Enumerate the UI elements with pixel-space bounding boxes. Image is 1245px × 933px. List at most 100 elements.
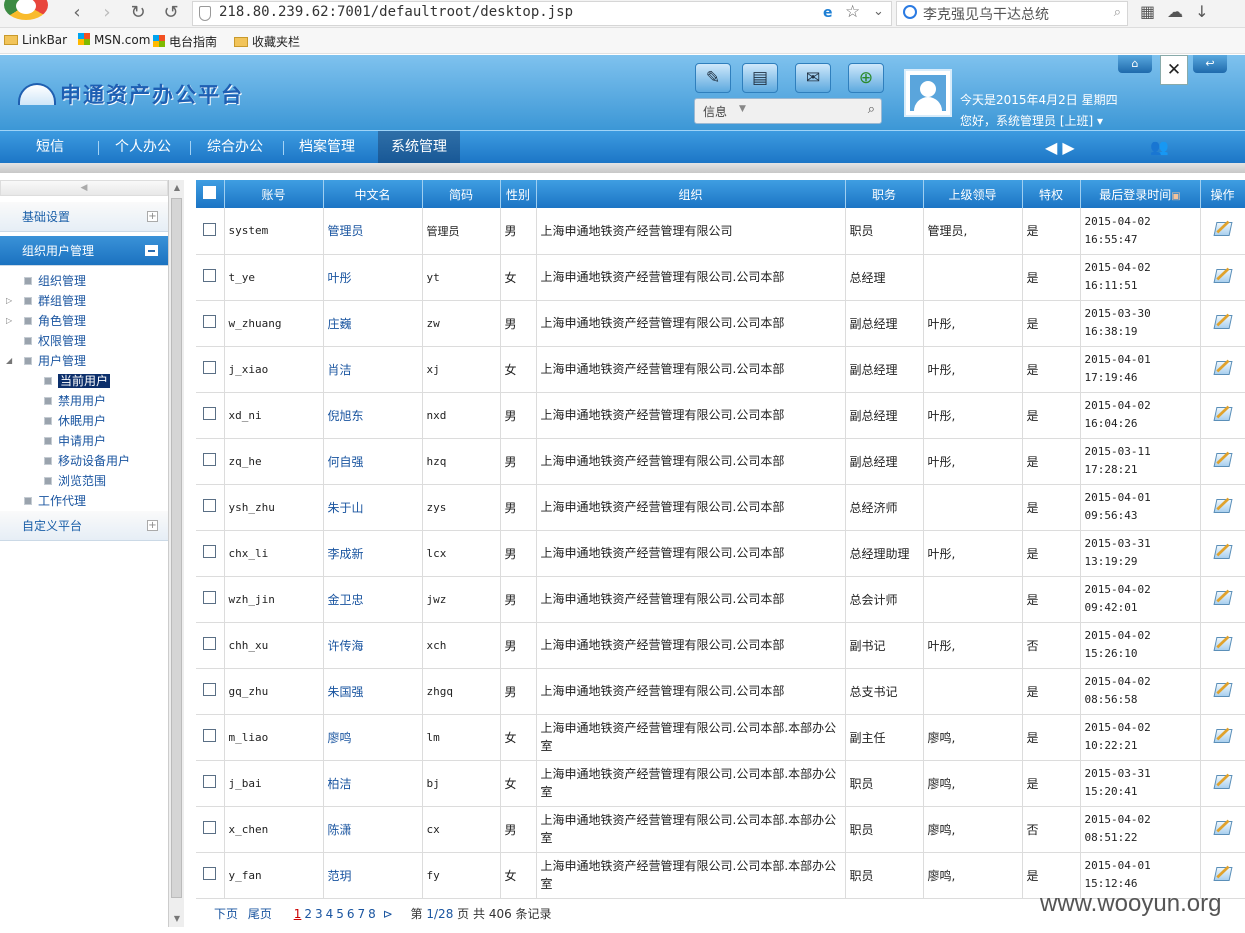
forward-icon[interactable]: › <box>96 2 118 24</box>
edit-icon[interactable] <box>1213 406 1232 421</box>
next-page-link[interactable]: 下页 <box>214 907 238 921</box>
edit-icon[interactable] <box>1213 498 1232 513</box>
row-checkbox[interactable] <box>203 315 217 328</box>
cell-name[interactable]: 金卫忠 <box>323 576 423 623</box>
sidebar-section-basic[interactable]: 基础设置 + <box>0 202 168 232</box>
page-number-link[interactable]: 6 <box>347 907 355 921</box>
tab-sms[interactable]: 短信 <box>22 131 78 163</box>
dropdown-arrow-icon[interactable]: ▼ <box>739 104 746 114</box>
page-number-link[interactable]: 2 <box>304 907 312 921</box>
close-button[interactable]: ✕ <box>1160 55 1188 85</box>
row-checkbox[interactable] <box>203 499 217 512</box>
arrow-right-icon[interactable]: ▶ <box>1062 138 1074 157</box>
download-icon[interactable]: ↓ <box>1195 2 1220 21</box>
scroll-thumb[interactable] <box>171 198 182 898</box>
cell-name[interactable]: 庄巍 <box>323 300 423 347</box>
select-all-header[interactable] <box>196 180 225 208</box>
bookmark-linkbar[interactable]: LinkBar <box>4 33 67 47</box>
cell-name[interactable]: 李成新 <box>323 530 423 577</box>
edit-icon[interactable] <box>1213 452 1232 467</box>
tree-item-roles[interactable]: 角色管理 <box>24 312 86 329</box>
star-icon[interactable]: ☆ <box>845 2 860 22</box>
column-header-last-login[interactable]: 最后登录时间▣ <box>1080 180 1201 208</box>
user-status[interactable]: 您好，系统管理员 [上班] ▾ <box>960 112 1103 129</box>
tab-system-admin[interactable]: 系统管理 <box>382 131 456 163</box>
nav-scroll-arrows[interactable]: ◀ ▶ <box>1045 138 1075 157</box>
row-checkbox[interactable] <box>203 361 217 374</box>
column-header[interactable]: 中文名 <box>323 180 423 208</box>
row-checkbox[interactable] <box>203 545 217 558</box>
edit-icon[interactable] <box>1213 314 1232 329</box>
online-users-icon[interactable]: 👥 <box>1150 138 1169 156</box>
cell-name[interactable]: 廖鸣 <box>323 714 423 761</box>
cell-name[interactable]: 叶彤 <box>323 254 423 301</box>
column-header[interactable]: 账号 <box>224 180 324 208</box>
cell-name[interactable]: 何自强 <box>323 438 423 485</box>
expand-arrow-icon[interactable]: ▷ <box>6 316 12 325</box>
clipboard-button[interactable]: ▤ <box>742 63 778 93</box>
sidebar-section-org-users[interactable]: 组织用户管理 <box>0 236 168 266</box>
row-checkbox[interactable] <box>203 683 217 696</box>
column-header[interactable]: 操作 <box>1200 180 1245 208</box>
row-checkbox[interactable] <box>203 453 217 466</box>
row-checkbox[interactable] <box>203 637 217 650</box>
edit-icon[interactable] <box>1213 682 1232 697</box>
scroll-down-icon[interactable]: ▼ <box>169 911 185 927</box>
scroll-up-icon[interactable]: ▲ <box>169 180 185 196</box>
cell-name[interactable]: 柏洁 <box>323 760 423 807</box>
row-checkbox[interactable] <box>203 821 217 834</box>
edit-icon[interactable] <box>1213 360 1232 375</box>
tree-item-work-proxy[interactable]: 工作代理 <box>24 492 86 509</box>
cell-name[interactable]: 倪旭东 <box>323 392 423 439</box>
column-header[interactable]: 特权 <box>1022 180 1081 208</box>
bookmark-msn[interactable]: MSN.com <box>78 33 150 47</box>
tree-item-permissions[interactable]: 权限管理 <box>24 332 86 349</box>
page-number-link[interactable]: 5 <box>336 907 344 921</box>
edit-icon[interactable] <box>1213 636 1232 651</box>
logout-button[interactable]: ↩ <box>1193 55 1227 73</box>
page-number-link[interactable]: 4 <box>326 907 334 921</box>
compose-button[interactable]: ✎ <box>695 63 731 93</box>
bookmark-radio[interactable]: 电台指南 <box>153 33 217 50</box>
collapse-arrow-icon[interactable]: ◢ <box>6 356 12 365</box>
tab-general-office[interactable]: 综合办公 <box>198 131 272 163</box>
add-button[interactable]: ⊕ <box>848 63 884 93</box>
info-select[interactable]: 信息 <box>703 103 727 120</box>
select-all-checkbox[interactable] <box>203 186 217 199</box>
edit-icon[interactable] <box>1213 774 1232 789</box>
edit-icon[interactable] <box>1213 820 1232 835</box>
arrow-left-icon[interactable]: ◀ <box>1045 138 1057 157</box>
back-icon[interactable]: ‹ <box>66 2 88 24</box>
edit-icon[interactable] <box>1213 728 1232 743</box>
edit-icon[interactable] <box>1213 222 1232 237</box>
expand-icon[interactable]: + <box>147 211 158 222</box>
row-checkbox[interactable] <box>203 407 217 420</box>
column-header[interactable]: 组织 <box>536 180 846 208</box>
page-number-link[interactable]: 8 <box>368 907 376 921</box>
page-number-link[interactable]: 3 <box>315 907 323 921</box>
ie-mode-icon[interactable]: e <box>823 5 833 21</box>
edit-icon[interactable] <box>1213 866 1232 881</box>
row-checkbox[interactable] <box>203 729 217 742</box>
cell-name[interactable]: 管理员 <box>323 208 423 255</box>
chevron-down-icon[interactable]: ⌄ <box>873 4 884 19</box>
row-checkbox[interactable] <box>203 222 217 236</box>
collapse-icon[interactable] <box>145 245 158 256</box>
edit-icon[interactable] <box>1213 268 1232 283</box>
row-checkbox[interactable] <box>203 269 217 282</box>
tab-archive[interactable]: 档案管理 <box>290 131 364 163</box>
tree-item-browse-scope[interactable]: 浏览范围 <box>44 472 106 489</box>
home-button[interactable]: ⌂ <box>1118 55 1152 73</box>
column-header[interactable]: 职务 <box>845 180 924 208</box>
reload-icon[interactable]: ↻ <box>127 2 149 24</box>
apps-icon[interactable]: ▦ <box>1140 2 1167 21</box>
column-header[interactable]: 上级领导 <box>923 180 1023 208</box>
cell-name[interactable]: 朱于山 <box>323 484 423 531</box>
sort-icon[interactable]: ▣ <box>1171 191 1180 202</box>
tree-item-dormant-users[interactable]: 休眠用户 <box>44 412 106 429</box>
cell-name[interactable]: 肖洁 <box>323 346 423 393</box>
tree-item-applicant-users[interactable]: 申请用户 <box>44 432 106 449</box>
search-input[interactable]: 李克强见乌干达总统 ⌕ <box>896 1 1128 26</box>
page-number-link[interactable]: 7 <box>358 907 366 921</box>
bookmark-favorites[interactable]: 收藏夹栏 <box>234 33 300 50</box>
